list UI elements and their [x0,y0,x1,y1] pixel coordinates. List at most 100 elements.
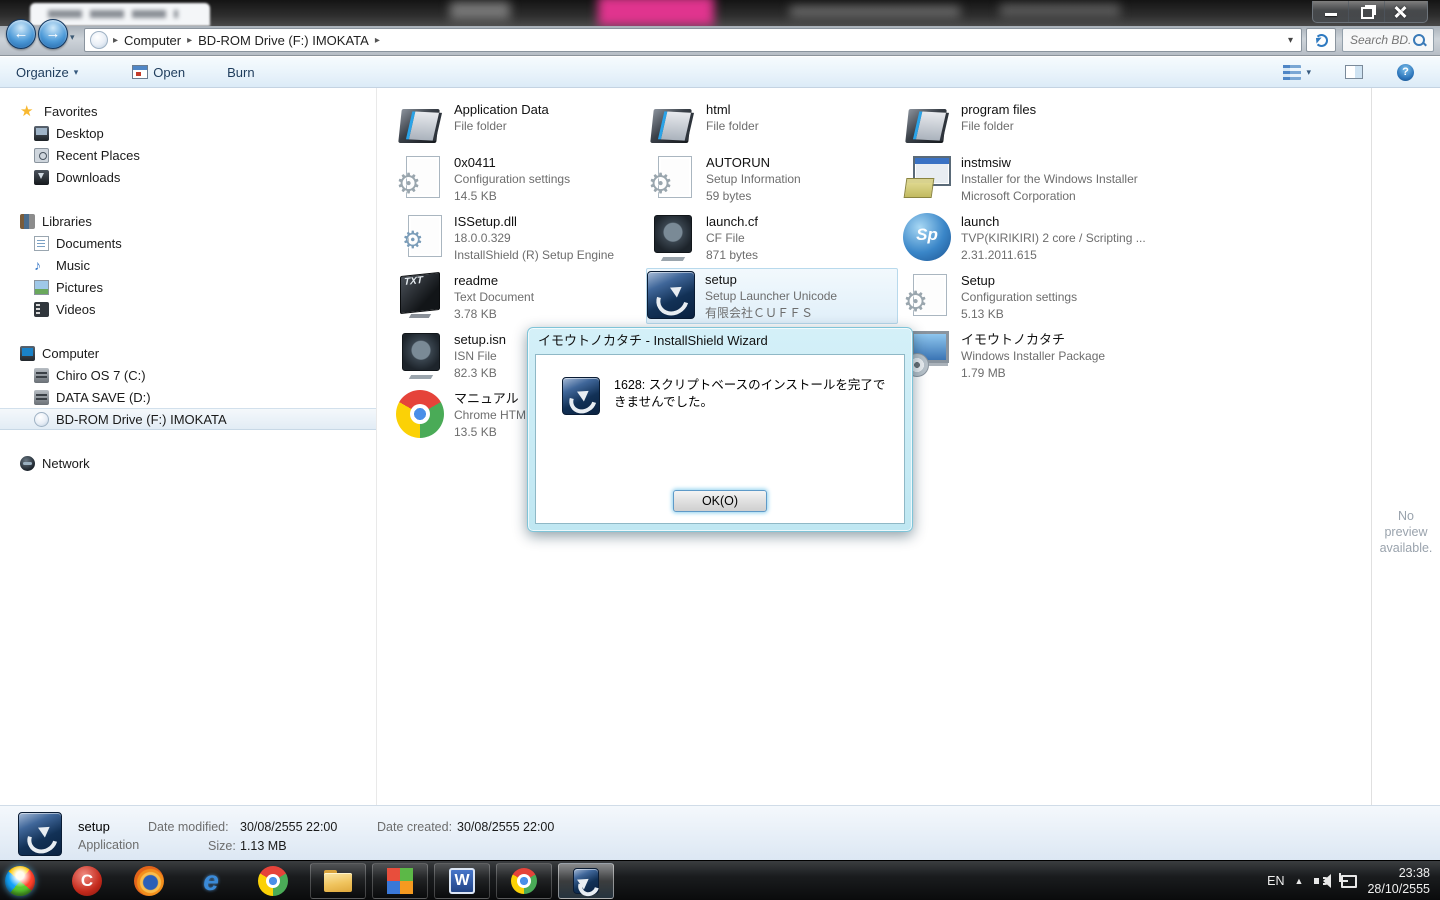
sidebar-item-documents[interactable]: Documents [0,232,376,254]
file-item[interactable]: Setup Configuration settings 5.13 KB [903,270,1153,326]
sidebar-section-libraries[interactable]: Libraries [0,210,376,232]
breadcrumb-current-drive[interactable]: BD-ROM Drive (F:) IMOKATA [193,33,374,48]
sidebar-item-pictures[interactable]: Pictures [0,276,376,298]
firefox-icon[interactable] [134,866,164,896]
command-toolbar: Organize ▾ Open Burn ▾ ? [0,57,1440,88]
file-item[interactable]: AUTORUN Setup Information 59 bytes [648,152,898,208]
forward-button[interactable]: → [38,19,68,49]
taskbar-explorer-button[interactable] [310,863,366,899]
restore-button[interactable] [1349,1,1385,22]
file-type: Windows Installer Package [961,349,1106,363]
preview-pane: No preview available. [1371,88,1440,805]
file-item[interactable]: イモウトノカタチ Windows Installer Package 1.79 … [903,329,1153,385]
file-name: html [706,102,731,117]
sidebar-section-computer[interactable]: Computer [0,342,376,364]
taskbar-installshield-button-active[interactable] [558,863,614,899]
network-tray-icon[interactable] [1339,873,1358,889]
file-item[interactable]: instmsiw Installer for the Windows Insta… [903,152,1153,208]
ccleaner-icon[interactable]: C [72,866,102,896]
pictures-icon [34,279,49,295]
taskbar-word-button[interactable]: W [434,863,490,899]
minimize-button[interactable] [1313,1,1349,22]
sidebar-section-network[interactable]: Network [0,452,376,474]
taskbar-colored-squares-app-button[interactable] [372,863,428,899]
back-button[interactable]: ← [6,19,36,49]
section-label: Favorites [44,103,98,119]
breadcrumb-arrow-icon: ▸ [187,34,193,46]
file-item[interactable]: html File folder [648,99,898,155]
show-hidden-icons-button[interactable]: ▲ [1295,876,1304,886]
file-name: setup.isn [454,332,507,347]
selected-file-icon [18,812,62,856]
open-button[interactable]: Open [122,61,195,84]
file-item[interactable]: Sp launch TVP(KIRIKIRI) 2 core / Scripti… [903,211,1153,267]
dialog-title: イモウトノカタチ - InstallShield Wizard [538,333,768,348]
videos-icon [34,301,49,317]
search-input[interactable] [1343,33,1411,47]
music-icon: ♪ [34,256,41,273]
clock[interactable]: 23:38 28/10/2555 [1367,865,1430,897]
sidebar-item-desktop[interactable]: Desktop [0,122,376,144]
tray-date: 28/10/2555 [1367,882,1430,896]
chrome-icon [396,390,444,438]
installer-box-icon [903,154,951,202]
desktop: ← → ▾ ▸ Computer ▸ BD-ROM Drive (F:) IMO… [0,0,1440,900]
file-size: 82.3 KB [454,366,497,380]
close-button[interactable] [1385,1,1427,22]
date-created-label: Date created: [377,820,453,834]
burn-label: Burn [227,64,255,80]
address-bar[interactable]: ▸ Computer ▸ BD-ROM Drive (F:) IMOKATA ▸… [84,28,1302,52]
folder-icon [903,101,951,149]
search-box[interactable] [1342,28,1434,52]
date-modified-label: Date modified: [148,820,229,834]
sidebar-item-downloads[interactable]: Downloads [0,166,376,188]
installshield-icon [562,377,600,415]
help-icon: ? [1397,63,1414,81]
file-item[interactable]: launch.cf CF File 871 bytes [648,211,898,267]
help-button[interactable]: ? [1387,60,1424,85]
sidebar-section-favorites[interactable]: ★ Favorites [0,100,376,122]
sidebar-item-drive-c[interactable]: Chiro OS 7 (C:) [0,364,376,386]
file-item[interactable]: Application Data File folder [396,99,646,155]
start-button[interactable] [5,866,35,896]
chrome-icon[interactable] [258,866,288,896]
refresh-button[interactable] [1306,28,1336,52]
file-version: 18.0.0.329 [454,231,511,245]
recent-pages-dropdown[interactable]: ▾ [70,32,75,43]
item-label: Pictures [56,279,103,295]
file-type: Configuration settings [454,172,571,186]
taskbar-chrome-button[interactable] [496,863,552,899]
file-publisher: 有限会社ＣＵＦＦＳ [705,306,814,320]
forward-arrow-icon: → [45,25,61,42]
file-type: File folder [706,119,759,133]
file-item[interactable]: 0x0411 Configuration settings 14.5 KB [396,152,646,208]
preview-pane-toggle[interactable] [1335,61,1373,83]
speaker-icon[interactable] [1313,873,1332,889]
address-dropdown-icon[interactable]: ▾ [1280,35,1301,46]
internet-explorer-icon[interactable]: e [196,866,226,896]
chevron-down-icon: ▾ [73,66,79,77]
file-item[interactable]: program files File folder [903,99,1153,155]
file-item[interactable]: readme Text Document 3.78 KB [396,270,646,326]
ok-button[interactable]: OK(O) [673,490,767,512]
change-view-button[interactable]: ▾ [1273,61,1321,84]
item-label: Desktop [56,125,104,141]
sidebar-item-music[interactable]: ♪ Music [0,254,376,276]
organize-button[interactable]: Organize ▾ [6,61,88,84]
file-item[interactable]: ISSetup.dll 18.0.0.329 InstallShield (R)… [396,211,646,267]
search-icon [1411,32,1427,48]
file-name: readme [454,273,499,288]
breadcrumb-arrow-icon: ▸ [113,34,119,46]
navigation-pane: ★ Favorites Desktop Recent Places Downlo… [0,88,377,805]
sidebar-item-drive-d[interactable]: DATA SAVE (D:) [0,386,376,408]
file-name: instmsiw [961,155,1011,170]
language-indicator[interactable]: EN [1267,874,1284,888]
file-item-setup-selected[interactable]: setup Setup Launcher Unicode 有限会社ＣＵＦＦＳ [646,268,898,324]
breadcrumb-computer[interactable]: Computer [119,33,186,48]
sidebar-item-bdrom-drive-selected[interactable]: BD-ROM Drive (F:) IMOKATA [0,408,376,430]
file-size: 5.13 KB [961,307,1004,321]
sidebar-item-recent-places[interactable]: Recent Places [0,144,376,166]
burn-button[interactable]: Burn [217,61,264,84]
organize-label: Organize [16,64,69,80]
sidebar-item-videos[interactable]: Videos [0,298,376,320]
